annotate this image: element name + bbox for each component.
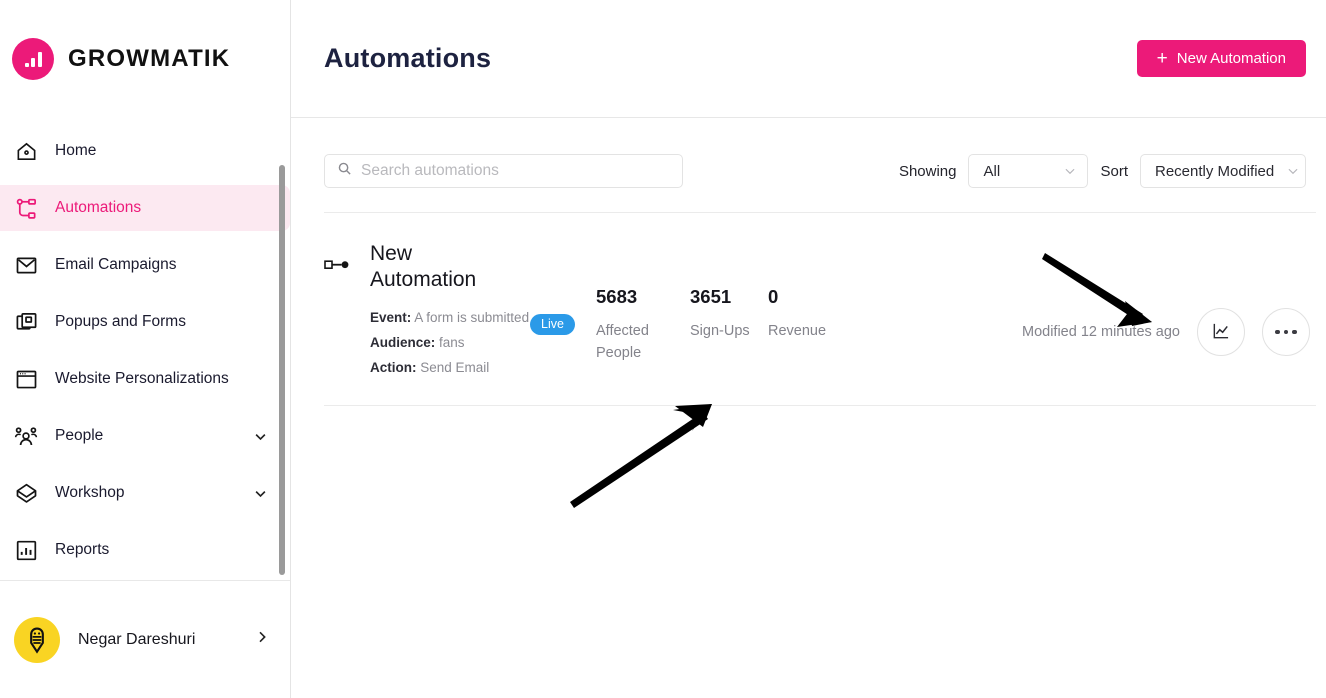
new-automation-label: New Automation [1176, 50, 1286, 67]
ellipsis-icon [1275, 329, 1297, 335]
showing-label: Showing [898, 162, 957, 180]
avatar [14, 616, 60, 663]
filter-controls: Showing All Sort Recently Modified [899, 154, 1316, 188]
line-chart-icon [1211, 321, 1231, 344]
sidebar-item-people[interactable]: People [0, 413, 290, 459]
automation-more-button[interactable] [1262, 308, 1310, 356]
stat-value: 0 [768, 286, 779, 307]
automation-report-button[interactable] [1197, 308, 1245, 356]
sort-label: Sort [1100, 162, 1128, 180]
sidebar-item-automations[interactable]: Automations [0, 185, 290, 231]
reports-icon [12, 537, 40, 563]
automation-meta: Event: A form is submitted Audience: fan… [370, 305, 530, 380]
page-title: Automations [324, 43, 492, 73]
sidebar-item-label: Workshop [55, 484, 125, 501]
flow-node-icon [324, 241, 354, 271]
user-profile[interactable]: Negar Dareshuri [0, 580, 290, 698]
sidebar-item-workshop[interactable]: Workshop [0, 470, 290, 516]
home-icon [12, 138, 40, 164]
chevron-down-icon [1286, 164, 1300, 178]
sidebar-item-label: Automations [55, 199, 142, 216]
audience-label: Audience: [370, 335, 436, 350]
search-icon [337, 161, 352, 181]
sidebar-item-home[interactable]: Home [0, 128, 290, 174]
audience-value: fans [439, 335, 465, 350]
sidebar-item-label: Popups and Forms [55, 313, 186, 330]
main-content: Automations + New Automation Showing All [291, 0, 1326, 698]
automation-audience: Audience: fans [370, 330, 530, 355]
stat-sign-ups: 3651 Sign-Ups [690, 241, 768, 342]
automation-event: Event: A form is submitted [370, 305, 530, 330]
sidebar-scrollbar[interactable] [279, 165, 285, 575]
stat-value: 5683 [596, 286, 638, 307]
stat-affected-people: 5683 Affected People [596, 241, 690, 364]
brand-name: GROWMATIK [68, 45, 231, 72]
chevron-down-icon[interactable] [253, 486, 268, 501]
bar-chart-logo-icon [12, 38, 54, 80]
event-label: Event: [370, 310, 412, 325]
automation-actions: Modified 12 minutes ago [1022, 241, 1316, 356]
status-badge-wrap: Live [530, 241, 596, 335]
plus-icon: + [1156, 48, 1168, 69]
sidebar-item-label: People [55, 427, 104, 444]
envelope-icon [12, 252, 40, 278]
sidebar-item-website-personalizations[interactable]: Website Personalizations [0, 356, 290, 402]
sidebar-item-label: Website Personalizations [55, 370, 229, 387]
chevron-down-icon[interactable] [253, 429, 268, 444]
page-header: Automations + New Automation [291, 0, 1326, 118]
profile-name: Negar Dareshuri [78, 630, 196, 648]
automation-name: New Automation [370, 242, 477, 291]
sidebar-item-email-campaigns[interactable]: Email Campaigns [0, 242, 290, 288]
sidebar-item-popups-and-forms[interactable]: Popups and Forms [0, 299, 290, 345]
sidebar-item-label: Email Campaigns [55, 256, 177, 273]
stat-revenue: 0 Revenue [768, 241, 848, 342]
brand-logo[interactable]: GROWMATIK [0, 0, 290, 118]
sidebar-item-reports[interactable]: Reports [0, 527, 290, 573]
status-badge: Live [530, 314, 575, 335]
action-label: Action: [370, 360, 417, 375]
action-value: Send Email [420, 360, 490, 375]
automation-row[interactable]: New Automation Event: A form is submitte… [291, 213, 1326, 380]
automation-details: New Automation Event: A form is submitte… [354, 241, 530, 380]
new-automation-button[interactable]: + New Automation [1136, 40, 1306, 77]
search-box[interactable] [324, 154, 683, 188]
sort-select[interactable]: Recently Modified [1140, 154, 1306, 188]
showing-select[interactable]: All [968, 154, 1089, 188]
modified-timestamp: Modified 12 minutes ago [1022, 324, 1180, 340]
app-root: GROWMATIK Home Automations Email Campaig… [0, 0, 1326, 698]
box-icon [12, 480, 40, 506]
stat-caption: Sign-Ups [690, 323, 750, 339]
browser-icon [12, 366, 40, 392]
event-value: A form is submitted [414, 310, 530, 325]
sidebar-item-label: Home [55, 142, 97, 159]
stat-caption: Revenue [768, 323, 827, 339]
chevron-right-icon[interactable] [254, 629, 270, 650]
sort-value: Recently Modified [1155, 162, 1275, 180]
automation-action: Action: Send Email [370, 355, 530, 380]
stat-value: 3651 [690, 286, 732, 307]
search-input[interactable] [361, 162, 670, 180]
automations-icon [12, 195, 40, 221]
sidebar: GROWMATIK Home Automations Email Campaig… [0, 0, 291, 698]
chevron-down-icon [1063, 164, 1077, 178]
list-toolbar: Showing All Sort Recently Modified [291, 118, 1326, 188]
showing-value: All [983, 162, 1001, 180]
people-icon [12, 423, 40, 449]
sidebar-nav: Home Automations Email Campaigns Popups … [0, 118, 290, 573]
popups-icon [12, 309, 40, 335]
sidebar-item-label: Reports [55, 541, 110, 558]
list-bottom-divider [324, 405, 1316, 406]
stat-caption: Affected People [596, 323, 649, 361]
